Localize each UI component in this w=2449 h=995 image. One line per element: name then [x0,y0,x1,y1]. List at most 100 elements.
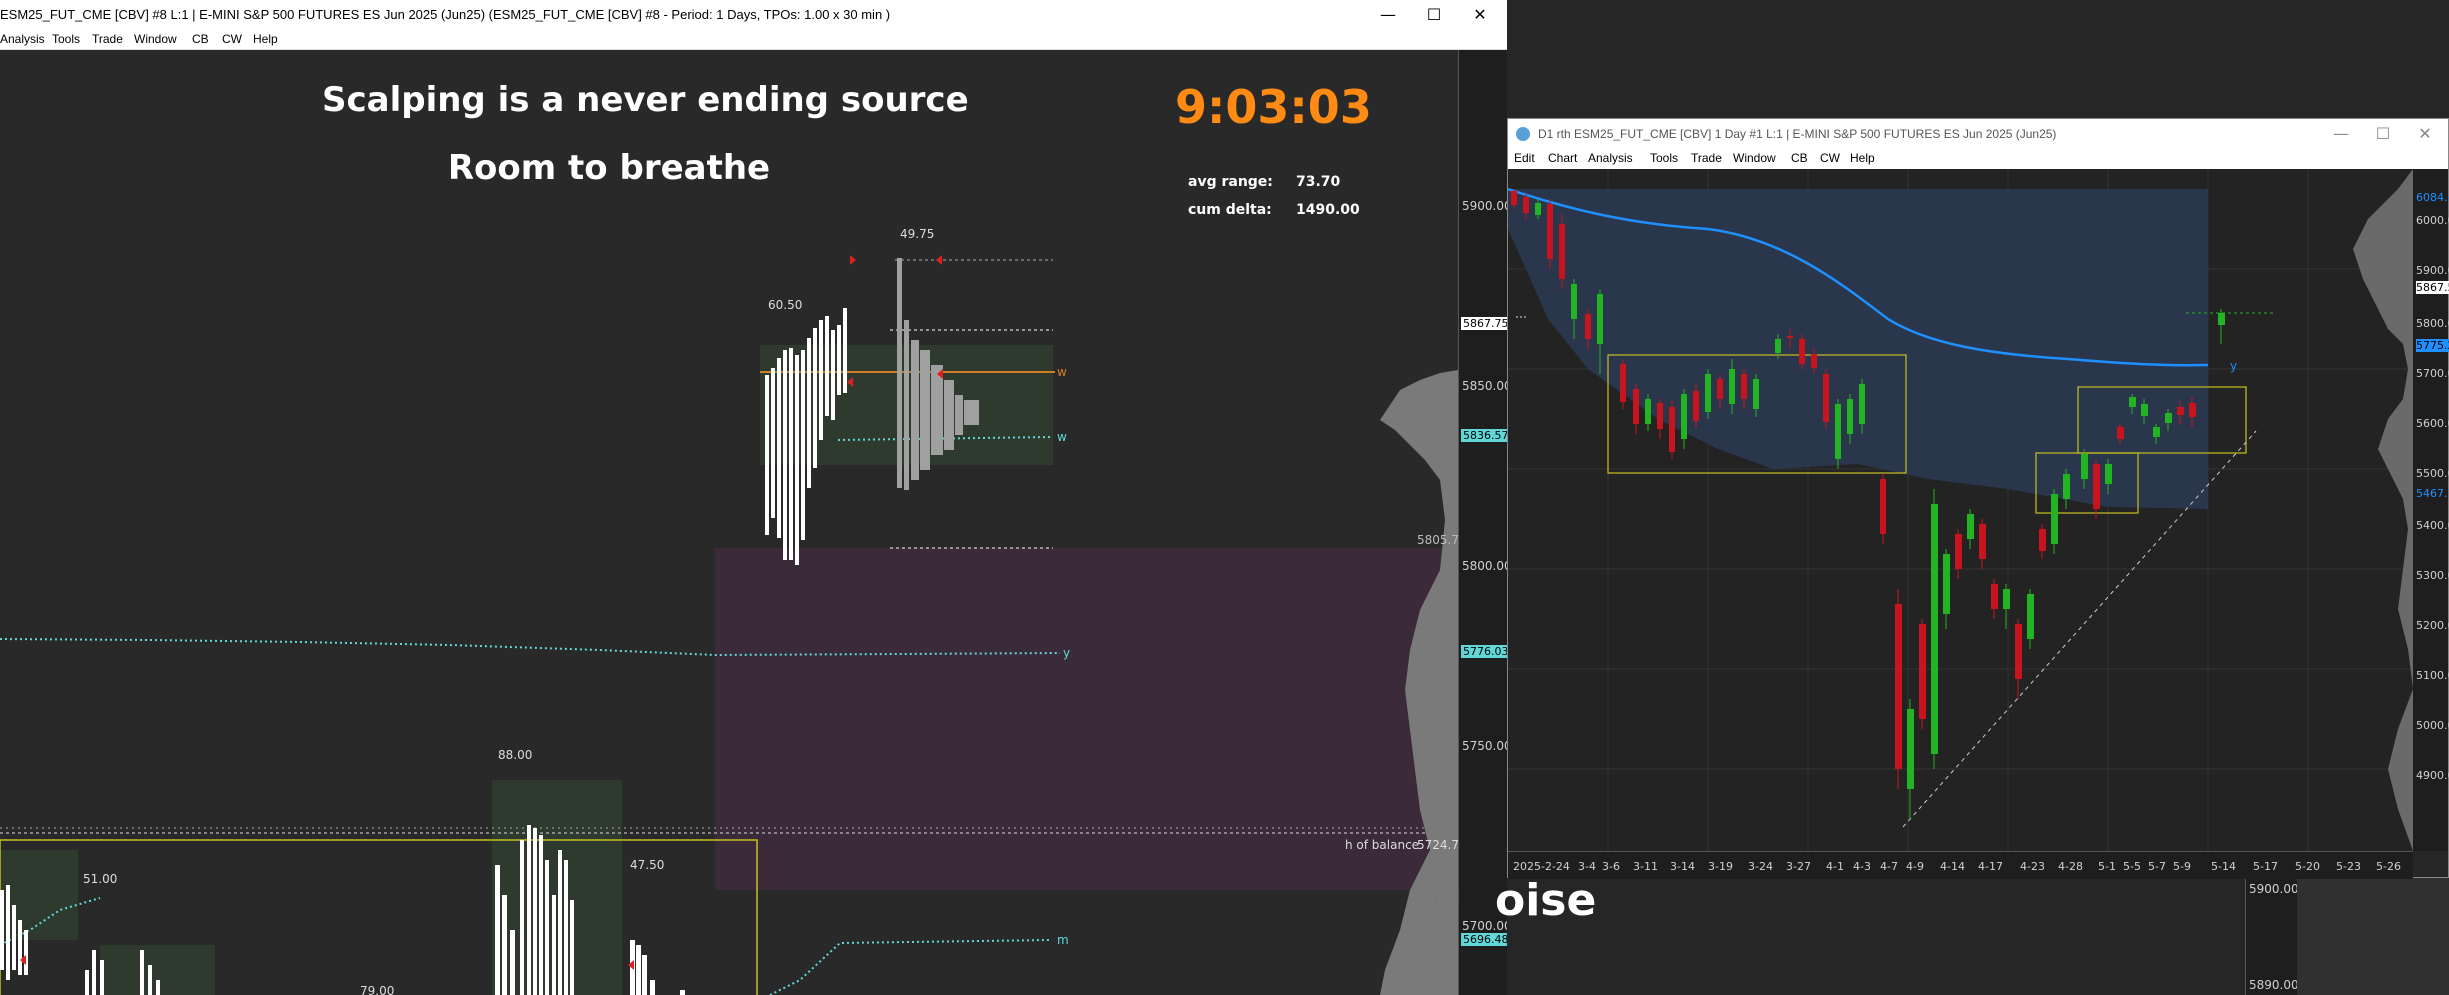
y-marker: y [1063,646,1071,660]
main-window-title: ESM25_FUT_CME [CBV] #8 L:1 | E-MINI S&P … [0,7,891,22]
d1-close-button[interactable]: ✕ [2402,119,2448,149]
d1-menu-help[interactable]: Help [1850,151,1875,165]
balance-label: h of balance [1345,838,1420,852]
d1-price-axis[interactable]: 6084.4 6000.00 5900.00 5867.5 5800.00 57… [2413,169,2449,851]
w-marker-1: w [1057,365,1067,379]
main-menu-bar: Analysis Tools Trade Window CB CW Help [0,30,1507,50]
d1-menu-cb[interactable]: CB [1791,151,1808,165]
d1-menu-chart[interactable]: Chart [1548,151,1577,165]
d1-date-label: 5-26 [2376,860,2401,873]
bottom-axis-label: 5900.00 [2249,882,2299,896]
d1-axis-label: 5900.00 [2416,264,2449,277]
menu-window[interactable]: Window [134,32,177,46]
bottom-axis-label: 5890.00 [2249,978,2299,992]
d1-axis-label: 5000.00 [2416,719,2449,732]
price-axis[interactable]: 5900.00 5850.00 5800.00 5750.00 5700.00 … [1458,50,1507,995]
price-axis-label: 5900.00 [1462,199,1507,213]
range-label-8800: 88.00 [498,748,533,762]
m-line [769,939,1051,995]
d1-axis-label: 5300.00 [2416,569,2449,582]
d1-menu-trade[interactable]: Trade [1691,151,1722,165]
d1-date-axis[interactable]: 2025-2-24 3-4 3-6 3-11 3-14 3-19 3-24 3-… [1508,851,2413,879]
globe-icon [1516,127,1530,141]
menu-help[interactable]: Help [253,32,278,46]
avg-range-value: 73.70 [1296,174,1341,190]
price-axis-label: 5750.00 [1462,739,1507,753]
heading-room: Room to breathe [447,148,771,188]
d1-axis-label: 4900.00 [2416,769,2449,782]
d1-menu-cw[interactable]: CW [1820,151,1840,165]
menu-trade[interactable]: Trade [92,32,123,46]
d1-menu-window[interactable]: Window [1733,151,1776,165]
d1-date-label: 5-5 [2123,860,2141,873]
d1-date-label: 3-24 [1748,860,1773,873]
d1-axis-label: 5700.00 [2416,367,2449,380]
d1-date-label: 4-14 [1940,860,1965,873]
d1-date-label: 2025-2-24 [1513,860,1570,873]
menu-tools[interactable]: Tools [52,32,80,46]
d1-date-label: 5-7 [2148,860,2166,873]
d1-date-label: 4-9 [1906,860,1924,873]
d1-axis-label: 5600.00 [2416,417,2449,430]
d1-chart-window: D1 rth ESM25_FUT_CME [CBV] 1 Day #1 L:1 … [1507,118,2449,879]
d1-date-label: 4-3 [1853,860,1871,873]
d1-date-label: 3-6 [1602,860,1620,873]
d1-date-label: 3-19 [1708,860,1733,873]
menu-cw[interactable]: CW [222,32,242,46]
partial-heading-noise: oise [1495,875,1597,926]
d1-date-label: 5-23 [2336,860,2361,873]
d1-chart-graphics [1508,169,2413,851]
d1-date-label: 5-17 [2253,860,2278,873]
w-marker-2: w [1057,430,1067,444]
d1-menu-analysis[interactable]: Analysis [1588,151,1633,165]
price-tag-y: 5776.03 [1461,645,1507,658]
value-region [1508,189,2208,509]
range-label-5100: 51.00 [83,872,118,886]
range-label-6050: 60.50 [768,298,803,312]
range-label-4975: 49.75 [900,227,935,241]
d1-date-label: 3-27 [1786,860,1811,873]
price-axis-label: 5800.00 [1462,559,1507,573]
m-marker: m [1057,933,1069,947]
cum-delta-label: cum delta: [1188,202,1272,218]
d1-axis-label: 5400.00 [2416,519,2449,532]
d1-axis-label: 6000.00 [2416,214,2449,227]
d1-date-label: 5-20 [2295,860,2320,873]
range-label-7900: 79.00 [360,984,395,995]
bottom-right-axis[interactable]: 5900.00 5890.00 [2245,878,2299,995]
menu-analysis[interactable]: Analysis [0,32,45,46]
minimize-button[interactable]: — [1365,0,1411,30]
d1-date-label: 5-9 [2173,860,2191,873]
d1-date-label: 4-7 [1880,860,1898,873]
bottom-right-panel [2297,878,2449,995]
d1-menu-bar: Edit Chart Analysis Tools Trade Window C… [1508,149,2448,169]
d1-y-marker: y [2230,359,2238,373]
d1-menu-tools[interactable]: Tools [1650,151,1678,165]
d1-maximize-button[interactable]: ☐ [2360,119,2406,149]
tpo-chart-area[interactable]: Scalping is a never ending source Room t… [0,50,1467,995]
maximize-button[interactable]: ☐ [1411,0,1457,30]
price-tag-current: 5867.75 [1461,317,1507,330]
d1-date-label: 4-28 [2058,860,2083,873]
tpo-chart-graphics [0,255,1458,995]
d1-minimize-button[interactable]: — [2318,119,2364,149]
d1-axis-label: 5200.00 [2416,619,2449,632]
close-button[interactable]: ✕ [1457,0,1503,30]
menu-cb[interactable]: CB [192,32,209,46]
d1-date-label: 4-23 [2020,860,2045,873]
price-axis-label: 5850.00 [1462,379,1507,393]
d1-title-bar[interactable]: D1 rth ESM25_FUT_CME [CBV] 1 Day #1 L:1 … [1508,119,2448,149]
d1-axis-label: 5100.00 [2416,669,2449,682]
d1-date-label: 5-1 [2098,860,2116,873]
d1-date-label: 3-14 [1670,860,1695,873]
clock: 9:03:03 [1175,80,1372,134]
d1-date-label: 3-4 [1578,860,1596,873]
d1-date-label: 5-14 [2211,860,2236,873]
main-title-bar[interactable]: ESM25_FUT_CME [CBV] #8 L:1 | E-MINI S&P … [0,0,1507,30]
d1-menu-edit[interactable]: Edit [1514,151,1535,165]
heading-scalping: Scalping is a never ending source [322,80,969,120]
d1-tag-last: 5867.5 [2416,281,2449,294]
d1-candlestick-chart[interactable]: y [1508,169,2413,851]
d1-tag-low: 5467.7 [2416,487,2449,500]
d1-tag-vwap: 5775.2 [2416,339,2449,352]
